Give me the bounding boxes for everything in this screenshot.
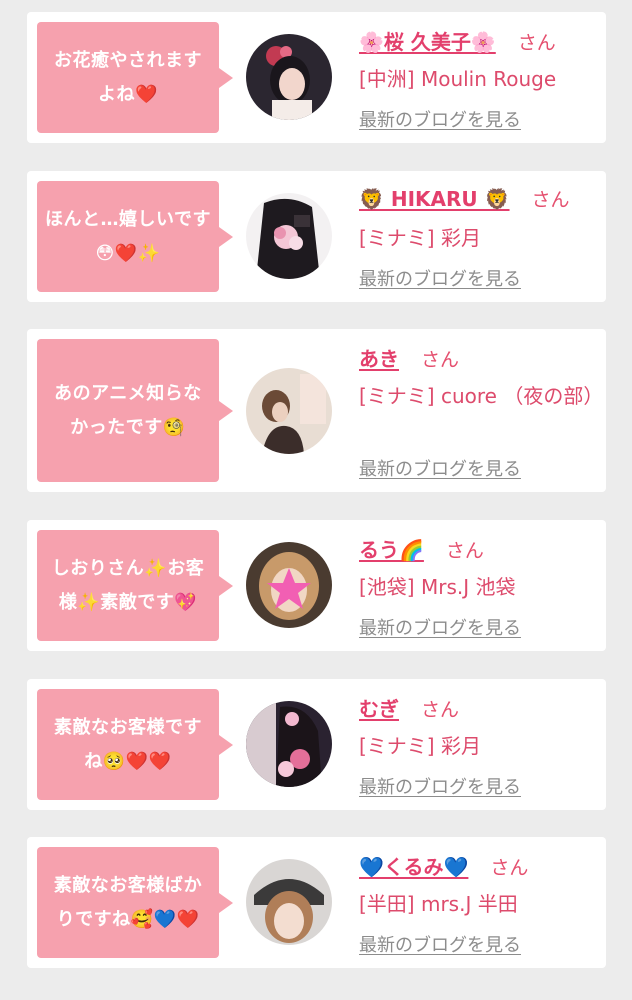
cast-name-link[interactable]: あき [359, 343, 399, 372]
comment-card: あのアニメ知らなかったです🧐 あき さん [ミナミ] cuore （夜の部） 最… [27, 329, 606, 492]
cast-name-link[interactable]: 🦁 HIKARU 🦁 [359, 187, 510, 211]
cast-avatar[interactable] [246, 193, 332, 279]
cast-name-link[interactable]: 💙くるみ💙 [359, 851, 468, 880]
cast-avatar[interactable] [246, 368, 332, 454]
latest-blog-link[interactable]: 最新のブログを見る [359, 931, 521, 957]
cast-info: るう🌈 さん [池袋] Mrs.J 池袋 [359, 534, 594, 604]
comment-card: お花癒やされますよね❤️ 🌸桜 久美子🌸 さん [中洲] Moulin Roug… [27, 12, 606, 143]
cast-avatar[interactable] [246, 701, 332, 787]
comment-card: 素敵なお客様ですね🥺❤️❤️ むぎ さん [ミナミ] 彩月 最新のブログを見る [27, 679, 606, 810]
latest-blog-link[interactable]: 最新のブログを見る [359, 455, 521, 481]
comment-text: あのアニメ知らなかったです🧐 [54, 382, 202, 438]
comment-card: ほんと…嬉しいです😳❤️✨ 🦁 HIKARU 🦁 さん [ミナミ] 彩月 最新の… [27, 171, 606, 302]
honorific: さん [490, 857, 529, 879]
diary-comment-list: お花癒やされますよね❤️ 🌸桜 久美子🌸 さん [中洲] Moulin Roug… [0, 0, 632, 1000]
comment-card: しおりさん✨お客様✨素敵です💖 るう🌈 さん [池袋] Mrs.J 池袋 最新の… [27, 520, 606, 651]
latest-blog-link[interactable]: 最新のブログを見る [359, 614, 521, 640]
comment-text: 素敵なお客様ですね🥺❤️❤️ [54, 716, 202, 772]
cast-name-link[interactable]: むぎ [359, 693, 399, 722]
comment-bubble: しおりさん✨お客様✨素敵です💖 [37, 530, 233, 641]
comment-card: 素敵なお客様ばかりですね🥰💙❤️ 💙くるみ💙 さん [半田] mrs.J 半田 … [27, 837, 606, 968]
cast-info: あき さん [ミナミ] cuore （夜の部） [359, 343, 604, 413]
latest-blog-link[interactable]: 最新のブログを見る [359, 773, 521, 799]
cast-info: むぎ さん [ミナミ] 彩月 [359, 693, 594, 763]
shop-label: [池袋] Mrs.J 池袋 [359, 575, 516, 599]
comment-bubble: お花癒やされますよね❤️ [37, 22, 233, 133]
cast-avatar[interactable] [246, 542, 332, 628]
shop-label: [ミナミ] 彩月 [359, 734, 481, 758]
honorific: さん [421, 349, 460, 371]
honorific: さん [421, 699, 460, 721]
shop-label: [ミナミ] 彩月 [359, 226, 481, 250]
comment-bubble: 素敵なお客様ですね🥺❤️❤️ [37, 689, 233, 800]
cast-info: 🌸桜 久美子🌸 さん [中洲] Moulin Rouge [359, 26, 594, 96]
cast-avatar[interactable] [246, 859, 332, 945]
comment-text: しおりさん✨お客様✨素敵です💖 [51, 557, 205, 613]
honorific: さん [531, 189, 570, 211]
shop-label: [中洲] Moulin Rouge [359, 67, 557, 91]
comment-text: お花癒やされますよね❤️ [54, 49, 202, 105]
cast-info: 🦁 HIKARU 🦁 さん [ミナミ] 彩月 [359, 185, 594, 255]
comment-text: ほんと…嬉しいです😳❤️✨ [45, 208, 211, 264]
comment-text: 素敵なお客様ばかりですね🥰💙❤️ [53, 874, 203, 930]
shop-label: [半田] mrs.J 半田 [359, 892, 518, 916]
honorific: さん [445, 540, 484, 562]
shop-label: [ミナミ] cuore （夜の部） [359, 384, 604, 408]
comment-bubble: あのアニメ知らなかったです🧐 [37, 339, 233, 482]
cast-avatar[interactable] [246, 34, 332, 120]
comment-bubble: 素敵なお客様ばかりですね🥰💙❤️ [37, 847, 233, 958]
comment-bubble: ほんと…嬉しいです😳❤️✨ [37, 181, 233, 292]
cast-info: 💙くるみ💙 さん [半田] mrs.J 半田 [359, 851, 594, 921]
cast-name-link[interactable]: 🌸桜 久美子🌸 [359, 26, 496, 55]
cast-name-link[interactable]: るう🌈 [359, 534, 424, 563]
latest-blog-link[interactable]: 最新のブログを見る [359, 106, 521, 132]
latest-blog-link[interactable]: 最新のブログを見る [359, 265, 521, 291]
honorific: さん [517, 32, 556, 54]
